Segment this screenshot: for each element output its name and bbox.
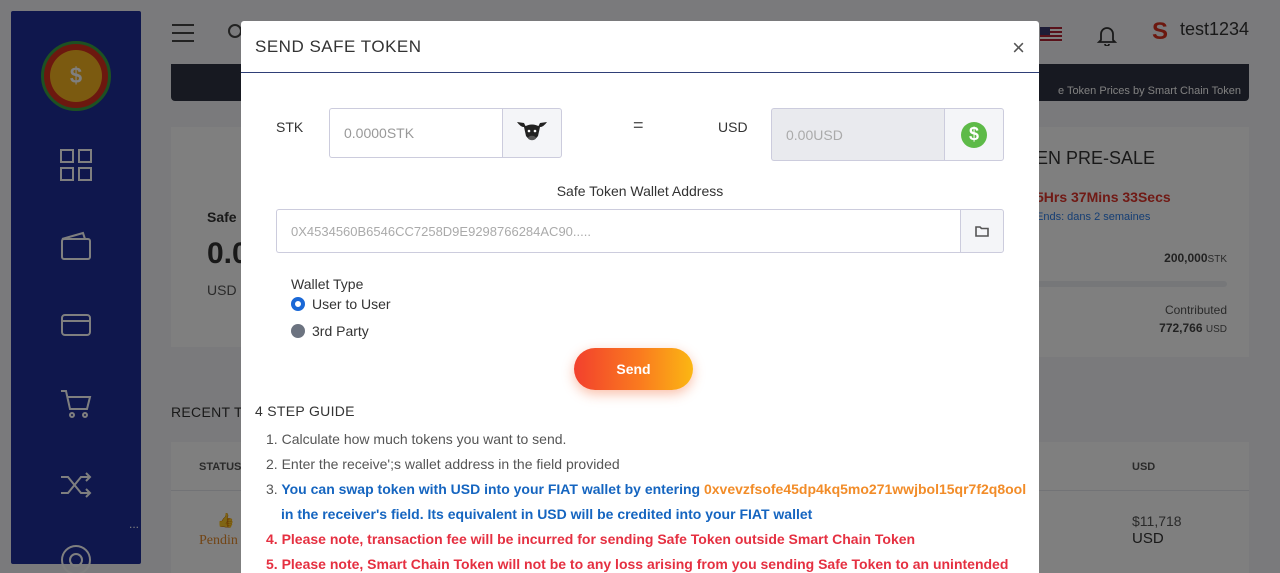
stk-label: STK (276, 119, 304, 135)
send-button[interactable]: Send (574, 348, 693, 390)
close-icon[interactable]: × (1012, 35, 1025, 61)
usd-label: USD (718, 119, 748, 135)
guide-step-4: 4. Please note, transaction fee will be … (266, 531, 916, 547)
usd-addon: $ (944, 108, 1004, 161)
bull-icon (515, 116, 549, 151)
guide-step-2: 2. Enter the receive';s wallet address i… (266, 456, 620, 472)
radio-unchecked-icon[interactable] (291, 324, 305, 338)
wallet-address-input[interactable]: 0X4534560B6546CC7258D9E9298766284AC90...… (276, 209, 962, 253)
guide-step-3-continued: in the receiver's field. Its equivalent … (281, 506, 813, 522)
wallet-address-label: Safe Token Wallet Address (556, 183, 724, 199)
radio-label-3rd-party: 3rd Party (312, 323, 369, 339)
radio-label-user-to-user: User to User (312, 296, 391, 312)
radio-3rd-party[interactable]: 3rd Party (291, 323, 369, 339)
folder-icon[interactable] (960, 209, 1004, 253)
wallet-type-label: Wallet Type (291, 276, 364, 292)
swap-address[interactable]: 0xvevzfsofe45dp4kq5mo271wwjbol15qr7f2q8o… (704, 481, 1026, 497)
stk-amount-input[interactable]: 0.0000STK (329, 108, 503, 158)
modal-title: SEND SAFE TOKEN (255, 37, 422, 56)
guide-step-1: 1. Calculate how much tokens you want to… (266, 431, 567, 447)
send-token-modal: SEND SAFE TOKEN × STK 0.0000STK = USD 0.… (241, 21, 1039, 573)
equals-sign: = (633, 115, 644, 135)
radio-user-to-user[interactable]: User to User (291, 296, 391, 312)
guide-step-5: 5. Please note, Smart Chain Token will n… (266, 556, 1009, 572)
dollar-icon: $ (961, 121, 987, 148)
guide-title: 4 STEP GUIDE (255, 403, 355, 419)
stk-addon (502, 108, 562, 158)
guide-step-3: 3. You can swap token with USD into your… (266, 481, 1027, 497)
usd-amount-input: 0.00USD (771, 108, 946, 161)
modal-header: SEND SAFE TOKEN × (241, 21, 1039, 73)
radio-checked-icon[interactable] (291, 297, 305, 311)
